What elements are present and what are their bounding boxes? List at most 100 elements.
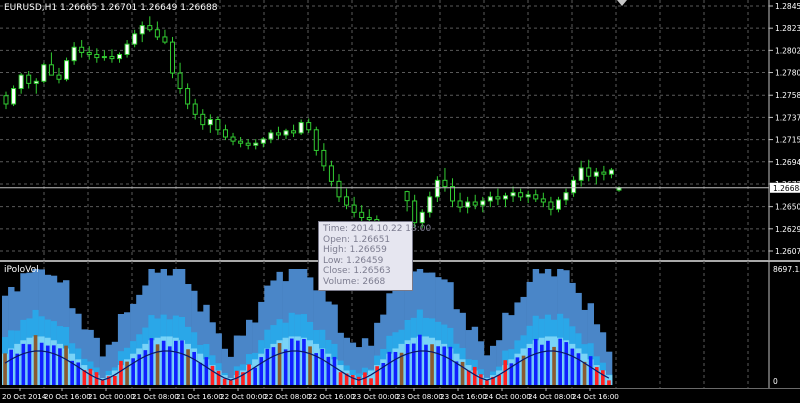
volume-bar — [21, 343, 26, 385]
candle-body — [518, 192, 524, 198]
volume-bar — [497, 375, 501, 385]
volume-bar — [88, 368, 93, 385]
candle — [306, 118, 312, 133]
candle — [162, 29, 168, 45]
volume-bar — [485, 380, 489, 385]
volume-bar — [418, 334, 422, 385]
candle-body — [404, 191, 410, 202]
volume-bar — [210, 365, 215, 385]
volume-bar — [216, 370, 221, 385]
volume-bar — [289, 338, 294, 385]
volume-bar — [155, 344, 160, 385]
volume-bar — [546, 340, 550, 385]
candle — [18, 73, 24, 94]
volume-bar — [271, 347, 276, 385]
candle-body — [328, 165, 334, 182]
candle — [344, 188, 350, 210]
volume-bar — [460, 361, 465, 385]
mt4-chart-window: 1.28450 1.28235 1.28020 1.27805 1.27585 1.273… — [0, 0, 800, 403]
volume-bar — [149, 338, 154, 385]
volume-bar — [247, 364, 251, 385]
price-tick-label: 1.26505 — [775, 203, 800, 212]
volume-bar — [564, 342, 569, 385]
candle-body — [306, 122, 312, 131]
volume-bar — [277, 343, 282, 385]
candle-body — [260, 138, 266, 144]
volume-bar — [582, 361, 587, 385]
candle-body — [563, 192, 569, 201]
volume-bar — [607, 380, 611, 385]
time-tick-label: 22 Oct 08:00 — [264, 392, 311, 401]
volume-bar — [588, 356, 593, 385]
candle-body — [94, 53, 100, 59]
price-tick-label: 1.28450 — [775, 2, 800, 11]
volume-bar — [405, 344, 410, 385]
candle-body — [275, 132, 281, 136]
candle — [502, 192, 508, 208]
time-axis[interactable]: 20 Oct 201420 Oct 16:0021 Oct 00:0021 Oc… — [0, 388, 800, 403]
candle-body — [434, 179, 440, 198]
candle-body — [56, 74, 62, 80]
candle-body — [336, 180, 342, 198]
candle-body — [495, 196, 501, 200]
tooltip-time: Time: 2014.10.22 18:00 — [323, 224, 432, 234]
candle — [328, 160, 334, 187]
candle — [185, 83, 191, 110]
candle-body — [169, 41, 175, 74]
candle-body — [230, 136, 236, 142]
candle-body — [154, 29, 160, 38]
tooltip-open: Open: 1.26651 — [323, 234, 391, 245]
candle-body — [3, 95, 9, 105]
candle — [215, 116, 221, 135]
chart-shift-triangle-icon[interactable] — [617, 0, 627, 6]
volume-bar — [222, 378, 227, 385]
candle-body — [601, 171, 607, 175]
candle — [124, 40, 130, 58]
tooltip-volume: Volume: 2668 — [323, 276, 386, 287]
candle — [412, 194, 418, 228]
candle-body — [18, 74, 24, 90]
candle — [56, 67, 62, 84]
candle — [139, 21, 145, 43]
candle-body — [427, 196, 433, 213]
candle — [71, 42, 77, 65]
candle — [533, 189, 539, 202]
candle — [608, 167, 614, 179]
time-tick-label: 21 Oct 16:00 — [176, 392, 223, 401]
volume-bar — [601, 370, 605, 385]
candle — [351, 196, 357, 218]
candle-body — [79, 46, 85, 53]
candle-body — [162, 36, 168, 43]
candle — [192, 98, 198, 120]
volume-bar — [15, 353, 20, 385]
volume-bar — [265, 348, 270, 385]
candle-body — [366, 216, 372, 221]
candle-body — [26, 74, 32, 84]
candle-body — [291, 130, 297, 134]
candle — [434, 176, 440, 202]
candle-body — [548, 201, 554, 210]
candle — [154, 21, 160, 41]
volume-bar — [33, 335, 38, 385]
volume-bar — [283, 349, 288, 385]
time-tick-label: 23 Oct 16:00 — [440, 392, 487, 401]
volume-bar — [338, 372, 343, 385]
volume-bar — [442, 346, 447, 385]
candle — [222, 124, 228, 141]
candle-body — [571, 179, 577, 194]
candle-body — [555, 199, 561, 210]
candle-body — [200, 113, 206, 126]
volume-bar — [399, 352, 404, 385]
tooltip-close: Close: 1.26563 — [323, 266, 391, 277]
candle-body — [351, 204, 357, 213]
candle-body — [245, 142, 251, 146]
time-tick-label: 20 Oct 2014 — [2, 392, 47, 401]
volume-zero-label: 0 — [773, 377, 778, 386]
candle — [457, 192, 463, 213]
candle — [11, 85, 17, 107]
candle — [238, 137, 244, 148]
candle — [525, 190, 531, 204]
candle — [593, 167, 599, 185]
candle — [359, 205, 365, 223]
candle-body — [64, 60, 70, 80]
